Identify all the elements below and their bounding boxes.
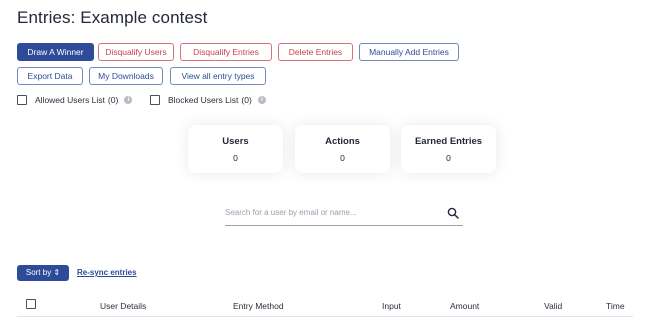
info-icon[interactable]: i xyxy=(124,96,133,104)
export-data-button[interactable]: Export Data xyxy=(17,67,83,85)
blocked-users-filter: Blocked Users List (0) i xyxy=(150,95,266,105)
draw-winner-button[interactable]: Draw A Winner xyxy=(17,43,94,61)
allowed-users-label: Allowed Users List xyxy=(35,95,105,105)
stat-value: 0 xyxy=(233,153,238,163)
column-time[interactable]: Time xyxy=(606,301,625,311)
stat-label: Users xyxy=(222,136,249,147)
allowed-users-filter: Allowed Users List (0) i xyxy=(17,95,133,105)
allowed-users-count: (0) xyxy=(107,95,119,105)
stat-card-earned-entries: Earned Entries 0 xyxy=(401,125,496,173)
delete-entries-button[interactable]: Delete Entries xyxy=(278,43,353,61)
allowed-users-checkbox[interactable] xyxy=(17,95,27,105)
disqualify-entries-button[interactable]: Disqualify Entries xyxy=(180,43,272,61)
stat-label: Actions xyxy=(325,136,360,147)
search-input[interactable] xyxy=(225,208,435,217)
stat-card-actions: Actions 0 xyxy=(295,125,390,173)
entries-table-header: User Details Entry Method Input Amount V… xyxy=(17,297,633,317)
stat-label: Earned Entries xyxy=(414,136,483,147)
view-entry-types-button[interactable]: View all entry types xyxy=(170,67,266,85)
column-input[interactable]: Input xyxy=(382,301,401,311)
column-amount[interactable]: Amount xyxy=(450,301,479,311)
column-user-details[interactable]: User Details xyxy=(100,301,146,311)
sort-by-button[interactable]: Sort by ⇕ xyxy=(17,265,69,281)
my-downloads-button[interactable]: My Downloads xyxy=(89,67,163,85)
disqualify-users-button[interactable]: Disqualify Users xyxy=(98,43,174,61)
blocked-users-label: Blocked Users List xyxy=(168,95,239,105)
user-search xyxy=(225,205,463,226)
column-valid[interactable]: Valid xyxy=(544,301,562,311)
search-icon[interactable] xyxy=(447,207,459,219)
manually-add-entries-button[interactable]: Manually Add Entries xyxy=(359,43,459,61)
page-title: Entries: Example contest xyxy=(17,8,208,27)
resync-entries-link[interactable]: Re-sync entries xyxy=(77,268,137,277)
blocked-users-count: (0) xyxy=(241,95,252,105)
info-icon[interactable]: i xyxy=(257,96,266,104)
select-all-checkbox[interactable] xyxy=(26,299,36,309)
blocked-users-checkbox[interactable] xyxy=(150,95,160,105)
stat-card-users: Users 0 xyxy=(188,125,283,173)
stat-value: 0 xyxy=(446,153,451,163)
column-entry-method[interactable]: Entry Method xyxy=(233,301,284,311)
stat-value: 0 xyxy=(340,153,345,163)
